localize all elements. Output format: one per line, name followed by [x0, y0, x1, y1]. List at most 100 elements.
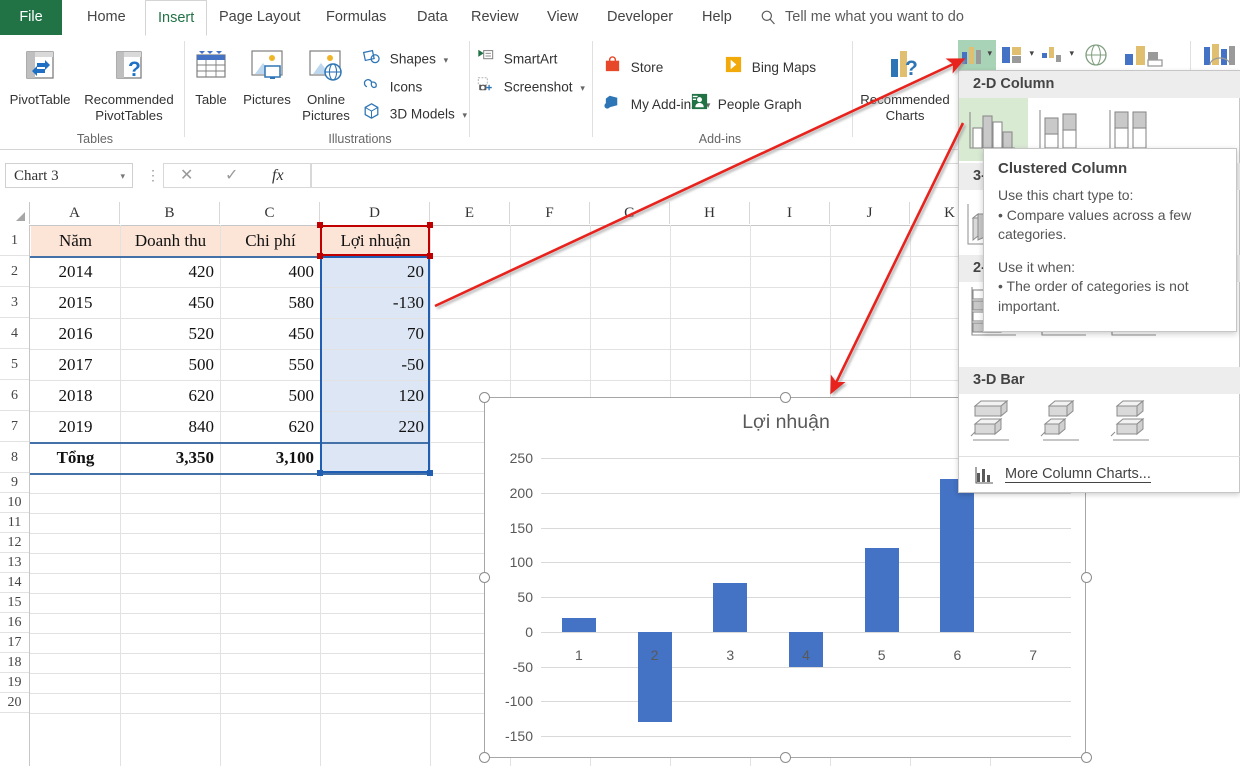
tab-developer[interactable]: Developer — [595, 0, 685, 35]
row-header-11[interactable]: 11 — [0, 513, 29, 533]
shapes-button[interactable]: Shapes ▾ — [362, 47, 448, 69]
insert-column-chart-button[interactable]: ▾ — [958, 40, 996, 70]
tab-review[interactable]: Review — [459, 0, 531, 35]
recommended-charts-button[interactable]: ? Recommended Charts — [852, 47, 958, 124]
selection-handle[interactable] — [317, 470, 323, 476]
cell-header-B1[interactable]: Doanh thu — [121, 226, 220, 256]
cell-header-A1[interactable]: Năm — [31, 226, 120, 256]
people-graph-button[interactable]: People Graph — [690, 92, 802, 114]
chevron-down-icon[interactable]: ▾ — [463, 104, 468, 126]
insert-3d-map-button[interactable] — [1200, 40, 1240, 70]
chart-resize-handle[interactable] — [1081, 572, 1092, 583]
tab-home[interactable]: Home — [75, 0, 138, 35]
cell-C2[interactable]: 400 — [221, 257, 320, 287]
row-header-7[interactable]: 7 — [0, 411, 29, 442]
gallery-item-3d-clustered-bar[interactable] — [959, 394, 1028, 456]
column-header-I[interactable]: I — [750, 202, 830, 224]
tab-view[interactable]: View — [535, 0, 590, 35]
column-header-D[interactable]: D — [320, 202, 430, 224]
row-header-8[interactable]: 8 — [0, 442, 29, 473]
active-cell-handle[interactable] — [427, 253, 433, 259]
insert-function-icon[interactable]: fx — [272, 164, 284, 187]
column-header-G[interactable]: G — [590, 202, 670, 224]
column-header-E[interactable]: E — [430, 202, 510, 224]
cell-C8[interactable]: 3,100 — [221, 443, 320, 473]
chart-resize-handle[interactable] — [479, 752, 490, 763]
online-pictures-button[interactable]: Online Pictures — [298, 47, 354, 124]
chart-resize-handle[interactable] — [780, 752, 791, 763]
column-header-A[interactable]: A — [30, 202, 120, 224]
name-box[interactable]: Chart 3 ▾ — [5, 163, 133, 188]
chart-resize-handle[interactable] — [780, 392, 791, 403]
row-header-2[interactable]: 2 — [0, 256, 29, 287]
cell-A5[interactable]: 2017 — [31, 350, 120, 380]
row-header-12[interactable]: 12 — [0, 533, 29, 553]
chevron-down-icon[interactable]: ▾ — [580, 77, 585, 99]
3d-models-button[interactable]: 3D Models ▾ — [362, 102, 467, 124]
store-button[interactable]: Store — [603, 55, 663, 77]
tab-data[interactable]: Data — [405, 0, 460, 35]
row-header-1[interactable]: 1 — [0, 225, 29, 256]
tab-file[interactable]: File — [0, 0, 62, 35]
namebox-resize-grip[interactable]: ⋮ — [146, 168, 150, 183]
chevron-down-icon[interactable]: ▾ — [444, 49, 449, 71]
cell-B8[interactable]: 3,350 — [121, 443, 220, 473]
column-header-C[interactable]: C — [220, 202, 320, 224]
row-header-3[interactable]: 3 — [0, 287, 29, 318]
table-button[interactable]: Table — [182, 47, 240, 107]
cell-B3[interactable]: 450 — [121, 288, 220, 318]
select-all-corner[interactable] — [0, 202, 30, 224]
cell-D6[interactable]: 120 — [321, 381, 430, 411]
column-header-J[interactable]: J — [830, 202, 910, 224]
cell-D2[interactable]: 20 — [321, 257, 430, 287]
cell-C4[interactable]: 450 — [221, 319, 320, 349]
cell-B4[interactable]: 520 — [121, 319, 220, 349]
chevron-down-icon[interactable]: ▾ — [1069, 48, 1074, 59]
cell-A6[interactable]: 2018 — [31, 381, 120, 411]
row-header-5[interactable]: 5 — [0, 349, 29, 380]
row-header-17[interactable]: 17 — [0, 633, 29, 653]
tab-insert[interactable]: Insert — [145, 0, 207, 36]
chevron-down-icon[interactable]: ▾ — [987, 48, 992, 59]
cell-A8[interactable]: Tổng — [31, 443, 120, 473]
recommended-pivottables-button[interactable]: ? Recommended PivotTables — [74, 47, 184, 124]
chart-bar[interactable] — [713, 583, 747, 632]
gallery-item-3d-100-stacked-bar[interactable] — [1099, 394, 1168, 456]
more-column-charts-item[interactable]: More Column Charts... — [959, 456, 1240, 492]
cell-D7[interactable]: 220 — [321, 412, 430, 442]
confirm-formula-icon[interactable]: ✓ — [225, 164, 238, 187]
cell-header-C1[interactable]: Chi phí — [221, 226, 320, 256]
insert-waterfall-chart-button[interactable]: ▾ — [1039, 40, 1077, 70]
tab-help[interactable]: Help — [690, 0, 744, 35]
cell-D8[interactable] — [321, 443, 430, 473]
cell-A4[interactable]: 2016 — [31, 319, 120, 349]
row-header-20[interactable]: 20 — [0, 693, 29, 713]
active-cell-handle[interactable] — [317, 253, 323, 259]
column-header-F[interactable]: F — [510, 202, 590, 224]
chart-bar[interactable] — [562, 618, 596, 632]
chart-bar[interactable] — [865, 548, 899, 631]
cell-A7[interactable]: 2019 — [31, 412, 120, 442]
cell-C5[interactable]: 550 — [221, 350, 320, 380]
row-header-16[interactable]: 16 — [0, 613, 29, 633]
cell-D4[interactable]: 70 — [321, 319, 430, 349]
row-header-4[interactable]: 4 — [0, 318, 29, 349]
pivottable-button[interactable]: PivotTable — [2, 47, 78, 107]
cell-D3[interactable]: -130 — [321, 288, 430, 318]
cancel-formula-icon[interactable]: ✕ — [180, 164, 193, 187]
cell-D5[interactable]: -50 — [321, 350, 430, 380]
chart-resize-handle[interactable] — [1081, 752, 1092, 763]
icons-button[interactable]: Icons — [362, 75, 422, 97]
bing-maps-button[interactable]: Bing Maps — [724, 55, 816, 77]
row-header-18[interactable]: 18 — [0, 653, 29, 673]
cell-A3[interactable]: 2015 — [31, 288, 120, 318]
chart-resize-handle[interactable] — [479, 572, 490, 583]
cell-B6[interactable]: 620 — [121, 381, 220, 411]
row-header-10[interactable]: 10 — [0, 493, 29, 513]
row-header-9[interactable]: 9 — [0, 473, 29, 493]
chart-bar[interactable] — [940, 479, 974, 632]
cell-B2[interactable]: 420 — [121, 257, 220, 287]
cell-B7[interactable]: 840 — [121, 412, 220, 442]
row-header-15[interactable]: 15 — [0, 593, 29, 613]
row-header-19[interactable]: 19 — [0, 673, 29, 693]
